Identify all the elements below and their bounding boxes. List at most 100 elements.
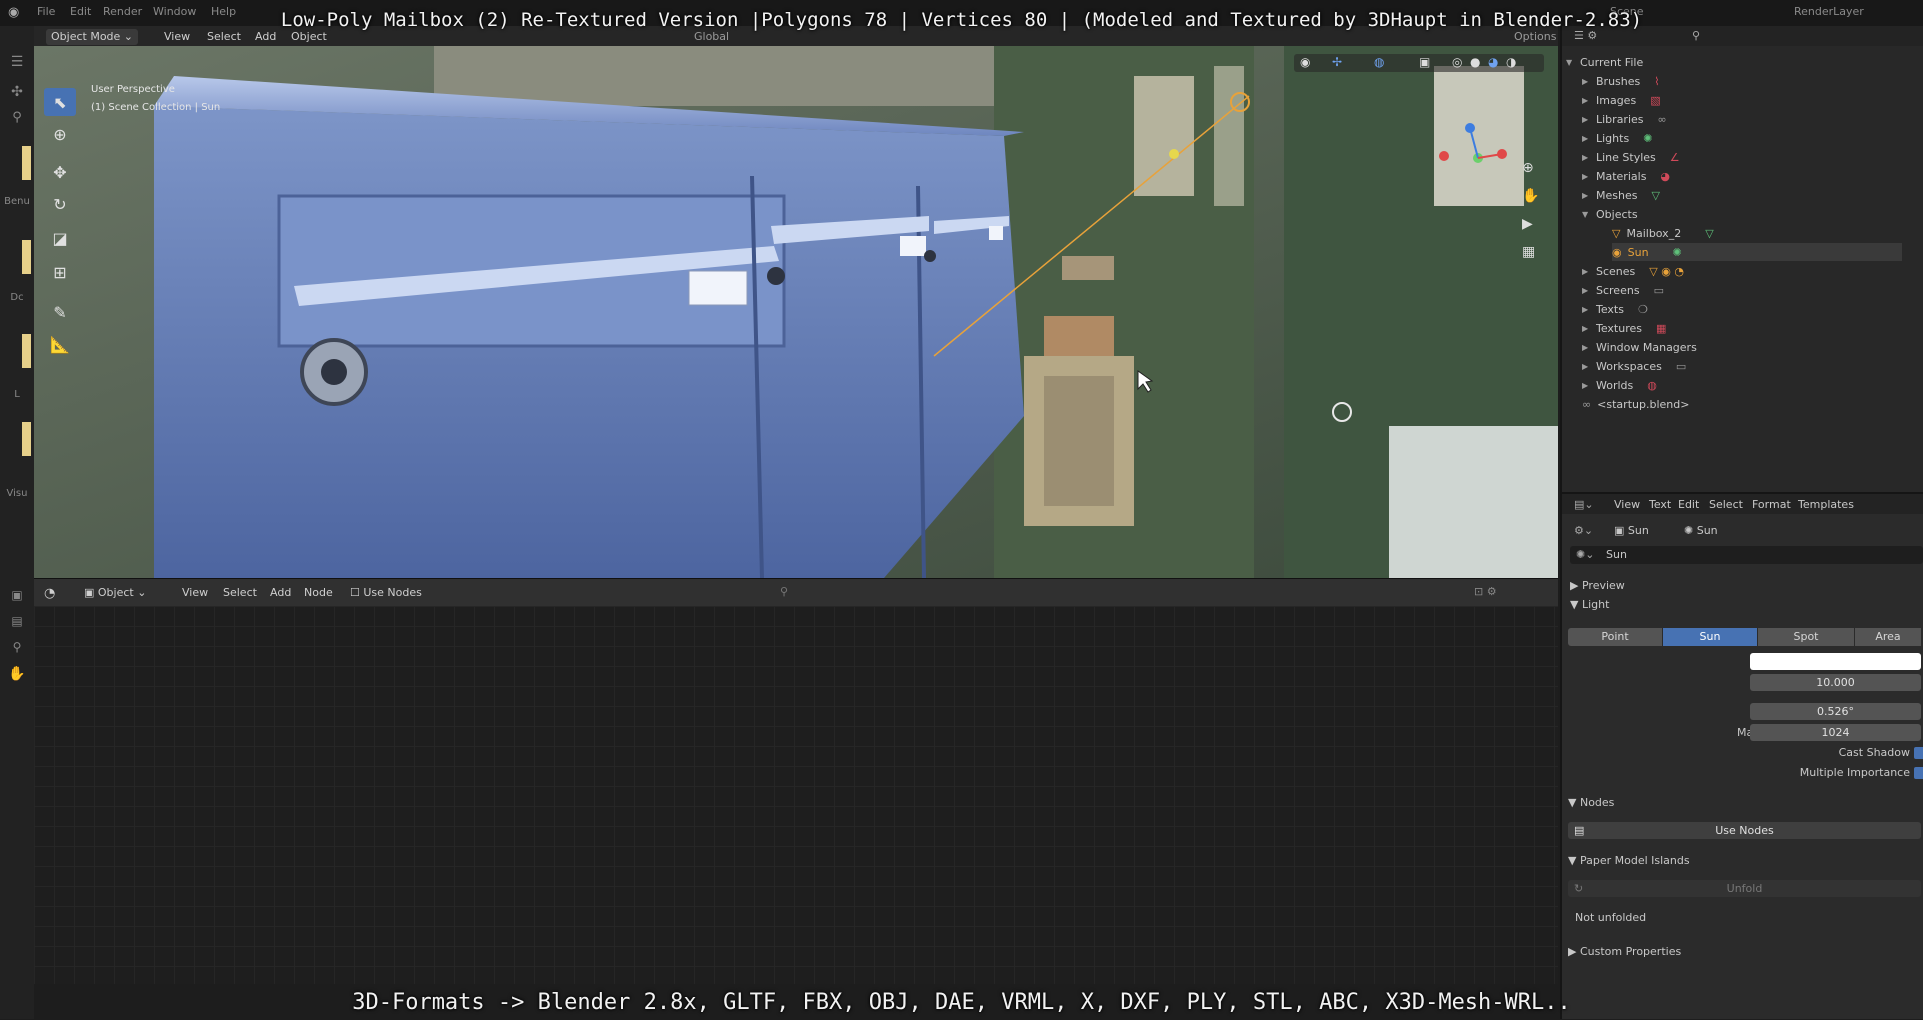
wireframe-shading-icon[interactable]: ◎ — [1452, 55, 1462, 69]
panel-light-header[interactable]: ▼ Light — [1570, 598, 1609, 611]
material-shading-icon[interactable]: ◕ — [1488, 55, 1498, 69]
color-swatch[interactable] — [1750, 653, 1921, 670]
hand-pan-icon[interactable]: ✋ — [1522, 188, 1539, 204]
grid-icon[interactable]: ▦ — [1522, 244, 1535, 260]
transform-tool-icon[interactable]: ⊞ — [44, 258, 76, 286]
cast-shadow-checkbox[interactable] — [1914, 747, 1923, 759]
light-type-spot[interactable]: Spot — [1758, 628, 1854, 646]
props-menu-format[interactable]: Format — [1752, 498, 1791, 511]
panel-paper-model-header[interactable]: ▼ Paper Model Islands — [1568, 854, 1690, 867]
strength-field[interactable]: 10.000 — [1750, 674, 1921, 691]
light-type-area[interactable]: Area — [1855, 628, 1921, 646]
outliner-item-lights[interactable]: ▶ Lights ✺ — [1582, 129, 1652, 147]
snapshot-icon[interactable]: ▣ — [0, 588, 34, 602]
file-thumbnail[interactable] — [22, 240, 31, 274]
overlay-icon[interactable]: ◍ — [1374, 55, 1384, 69]
node-editor-canvas[interactable] — [34, 606, 1558, 984]
sun-data-icon: ✺ — [1672, 245, 1682, 259]
light-type-sun[interactable]: Sun — [1663, 628, 1757, 646]
outliner-item-objects[interactable]: ▼ Objects — [1582, 205, 1638, 223]
max-bounces-field[interactable]: 1024 — [1750, 724, 1921, 741]
cursor-tool-icon[interactable]: ⊕ — [44, 120, 76, 148]
measure-tool-icon[interactable]: 📐 — [44, 330, 76, 358]
unfold-button[interactable]: ↻ Unfold — [1568, 880, 1921, 897]
move-tool-icon[interactable]: ✥ — [44, 158, 76, 186]
angle-field[interactable]: 0.526° — [1750, 703, 1921, 720]
outliner-item-line-styles[interactable]: ▶ Line Styles ∠ — [1582, 148, 1680, 166]
node-menu-select[interactable]: Select — [223, 586, 257, 599]
datablock-name-field[interactable]: Sun — [1606, 548, 1627, 561]
viewport-shading-bar: ◉ ✢ ◍ ▣ ◎ ● ◕ ◑ — [1294, 54, 1544, 72]
props-menu-templates[interactable]: Templates — [1798, 498, 1854, 511]
search-icon[interactable]: ⚲ — [0, 110, 34, 125]
node-menu-view[interactable]: View — [182, 586, 208, 599]
outliner-item-meshes[interactable]: ▶ Meshes ▽ — [1582, 186, 1660, 204]
outliner-item-workspaces[interactable]: ▶ Workspaces ▭ — [1582, 357, 1686, 375]
annotate-tool-icon[interactable]: ✎ — [44, 298, 76, 326]
file-thumbnail[interactable] — [22, 334, 31, 368]
outliner-root[interactable]: ▼ Current File — [1566, 53, 1643, 71]
perspective-label: User Perspective — [91, 84, 175, 95]
image-icon[interactable]: ▤ — [0, 614, 34, 628]
outliner-item-worlds[interactable]: ▶ Worlds ◍ — [1582, 376, 1657, 394]
rotate-tool-icon[interactable]: ↻ — [44, 190, 76, 218]
editor-type-icon[interactable]: ▤⌄ — [1574, 498, 1594, 511]
outliner-item-startup[interactable]: ∞ <startup.blend> — [1582, 395, 1689, 413]
3d-viewport[interactable]: User Perspective (1) Scene Collection | … — [34, 46, 1558, 578]
rendered-shading-icon[interactable]: ◑ — [1506, 55, 1516, 69]
image-icon: ▧ — [1650, 93, 1661, 107]
light-type-point[interactable]: Point — [1568, 628, 1662, 646]
panel-nodes-header[interactable]: ▼ Nodes — [1568, 796, 1614, 809]
visibility-icon[interactable]: ◉ — [1300, 55, 1310, 69]
multiple-importance-checkbox[interactable] — [1914, 767, 1923, 779]
file-thumbnail[interactable] — [22, 146, 31, 180]
panel-preview-header[interactable]: ▶ Preview — [1570, 579, 1625, 592]
outliner-item-texts[interactable]: ▶ Texts ❍ — [1582, 300, 1648, 318]
props-menu-select[interactable]: Select — [1709, 498, 1743, 511]
node-menu-node[interactable]: Node — [304, 586, 333, 599]
viewport-scene — [34, 46, 1558, 578]
brush-icon: ⌇ — [1654, 74, 1660, 88]
pin-icon[interactable]: ⚲ — [780, 585, 788, 598]
link-icon: ∞ — [1657, 112, 1667, 126]
hand-pan-icon[interactable]: ✋ — [0, 666, 34, 682]
text-editor-header: ▤⌄ View Text Edit Select Format Template… — [1562, 494, 1923, 514]
use-nodes-button[interactable]: ▤ Use Nodes — [1568, 822, 1921, 839]
properties-type-icon[interactable]: ⚙⌄ — [1574, 524, 1593, 537]
props-menu-edit[interactable]: Edit — [1678, 498, 1699, 511]
use-nodes-checkbox[interactable]: ☐ Use Nodes — [350, 586, 422, 599]
left-side-strip: ☰ ✣ ⚲ Benu Dc L Visu ▣ ▤ ⚲ ✋ — [0, 26, 34, 1019]
datablock-selector[interactable]: ✺⌄ Sun — [1570, 546, 1923, 564]
outliner-item-materials[interactable]: ▶ Materials ◕ — [1582, 167, 1670, 185]
outliner-item-libraries[interactable]: ▶ Libraries ∞ — [1582, 110, 1667, 128]
outliner-item-brushes[interactable]: ▶ Brushes ⌇ — [1582, 72, 1660, 90]
outliner-item-screens[interactable]: ▶ Screens ▭ — [1582, 281, 1664, 299]
zoom-icon[interactable]: ⊕ — [1522, 160, 1534, 176]
file-thumbnail[interactable] — [22, 422, 31, 456]
scene-icon: ▽ ◉ ◔ — [1649, 264, 1684, 278]
outliner-item-images[interactable]: ▶ Images ▧ — [1582, 91, 1661, 109]
panel-custom-properties-header[interactable]: ▶ Custom Properties — [1568, 945, 1681, 958]
xray-icon[interactable]: ▣ — [1419, 55, 1430, 69]
outliner-item-textures[interactable]: ▶ Textures ▦ — [1582, 319, 1666, 337]
scale-tool-icon[interactable]: ◪ — [44, 224, 76, 252]
camera-icon[interactable]: ▶ — [1522, 216, 1533, 232]
node-menu-add[interactable]: Add — [270, 586, 291, 599]
select-tool-icon[interactable]: ⬉ — [44, 88, 76, 116]
editor-type-icon[interactable]: ☰ — [0, 54, 34, 70]
props-menu-view[interactable]: View — [1614, 498, 1640, 511]
outliner-item-window-managers[interactable]: ▶ Window Managers — [1582, 338, 1697, 356]
props-menu-text[interactable]: Text — [1649, 498, 1671, 511]
shader-type-dropdown[interactable]: ▣ Object ⌄ — [84, 586, 146, 599]
outliner-item-scenes[interactable]: ▶ Scenes ▽ ◉ ◔ — [1582, 262, 1684, 280]
breadcrumb-light-data[interactable]: ✺ Sun — [1684, 524, 1718, 537]
outliner-object-mailbox[interactable]: ▽ Mailbox_2 ▽ — [1612, 224, 1714, 242]
breadcrumb-object[interactable]: ▣ Sun — [1614, 524, 1649, 537]
editor-type-icon[interactable]: ◔ — [44, 586, 55, 601]
zoom-icon[interactable]: ⚲ — [0, 640, 34, 654]
node-icon[interactable]: ✣ — [0, 84, 34, 100]
outliner-object-sun[interactable]: ◉ Sun ✺ — [1612, 243, 1902, 261]
snap-icon[interactable]: ⊡ ⚙ — [1474, 585, 1497, 598]
gizmo-icon[interactable]: ✢ — [1332, 55, 1342, 69]
solid-shading-icon[interactable]: ● — [1470, 55, 1480, 69]
